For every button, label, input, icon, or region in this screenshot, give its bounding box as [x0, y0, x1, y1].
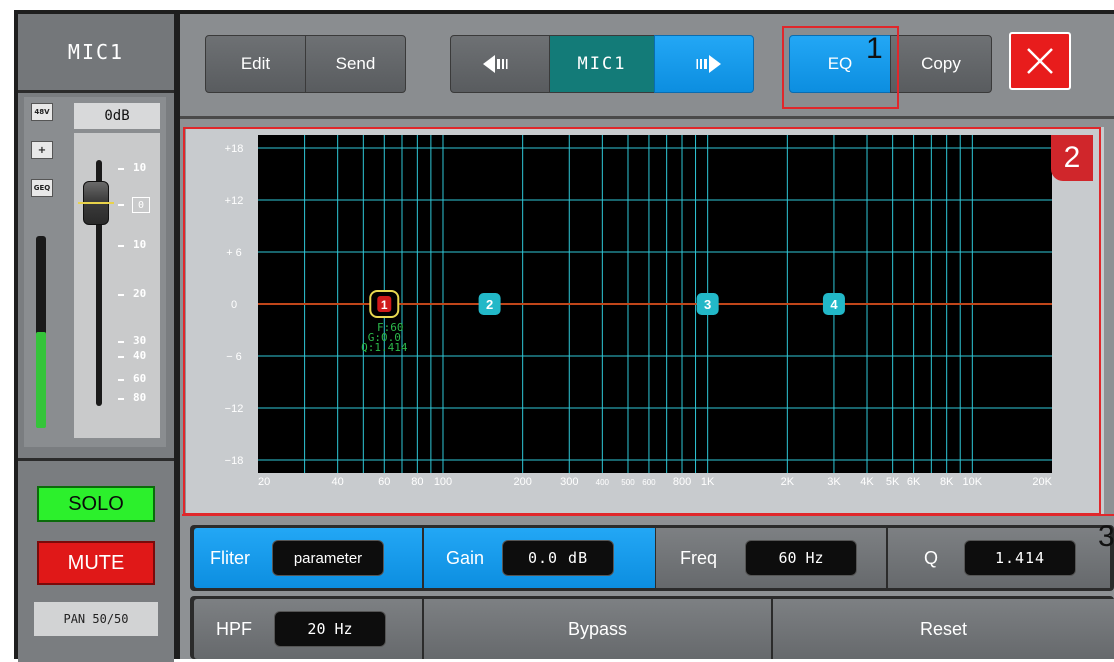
- q-label: Q: [924, 547, 939, 568]
- solo-button[interactable]: SOLO: [37, 486, 155, 522]
- fader-panel: [74, 133, 160, 438]
- phase-button[interactable]: +: [31, 141, 53, 159]
- scale-tick: [118, 341, 124, 343]
- fader-handle[interactable]: [78, 181, 114, 225]
- freq-cell[interactable]: Freq 60 Hz: [656, 528, 886, 588]
- level-meter: [36, 236, 46, 428]
- copy-button[interactable]: Copy: [890, 35, 992, 93]
- reset-button[interactable]: Reset: [773, 599, 1114, 659]
- scale-tick: [118, 294, 124, 296]
- callout-box-2: [183, 127, 1101, 515]
- scale-tick: [118, 356, 124, 358]
- q-value: 1.414: [964, 540, 1077, 576]
- gain-label: Gain: [446, 547, 485, 568]
- geq-button[interactable]: GEQ: [31, 179, 53, 197]
- callout-number-1: 1: [866, 32, 883, 65]
- close-button[interactable]: [1009, 32, 1071, 90]
- phantom-power-button[interactable]: 48V: [31, 103, 53, 121]
- fader-scale-label: 80: [133, 391, 147, 404]
- q-cell[interactable]: Q 1.414: [888, 528, 1110, 588]
- mute-button[interactable]: MUTE: [37, 541, 155, 585]
- filter-label: Fliter: [210, 547, 250, 568]
- channel-title: MIC1: [18, 14, 174, 93]
- scale-tick: [118, 398, 124, 400]
- callout-number-2: 2: [1051, 135, 1093, 181]
- arrow-right-icon: [696, 55, 721, 73]
- filter-value: parameter: [272, 540, 384, 576]
- callout-box-3: [182, 514, 1114, 521]
- bypass-button[interactable]: Bypass: [424, 599, 771, 659]
- level-meter-fill: [36, 332, 46, 428]
- scale-tick: [118, 245, 124, 247]
- channel-name-display[interactable]: MIC1: [549, 35, 655, 93]
- scale-tick: [118, 168, 124, 170]
- arrow-left-icon: [483, 55, 508, 73]
- hpf-label: HPF: [216, 618, 252, 639]
- fader-scale-label: 10: [133, 161, 147, 174]
- previous-channel-button[interactable]: [450, 35, 550, 93]
- gain-display[interactable]: 0dB: [74, 103, 160, 129]
- fader-scale-label: 60: [133, 372, 147, 385]
- hpf-cell[interactable]: HPF 20 Hz: [194, 599, 422, 659]
- scale-tick: [118, 204, 124, 206]
- fader-scale-label: 20: [133, 287, 147, 300]
- callout-number-3: 3: [1098, 520, 1114, 553]
- freq-value: 60 Hz: [745, 540, 858, 576]
- fader-scale-label: 40: [133, 349, 147, 362]
- fader-scale-label: 30: [133, 334, 147, 347]
- gain-cell[interactable]: Gain 0.0 dB: [424, 528, 655, 588]
- edit-button[interactable]: Edit: [205, 35, 306, 93]
- filter-type-cell[interactable]: Fliter parameter: [194, 528, 422, 588]
- hpf-value: 20 Hz: [274, 611, 386, 647]
- next-channel-button[interactable]: [654, 35, 754, 93]
- fader-zero-label: 0: [132, 197, 150, 213]
- gain-value: 0.0 dB: [502, 540, 615, 576]
- freq-label: Freq: [680, 547, 718, 568]
- send-button[interactable]: Send: [305, 35, 406, 93]
- scale-tick: [118, 379, 124, 381]
- close-icon: [1027, 48, 1053, 74]
- fader-scale-label: 10: [133, 238, 147, 251]
- pan-display[interactable]: PAN 50/50: [34, 602, 158, 636]
